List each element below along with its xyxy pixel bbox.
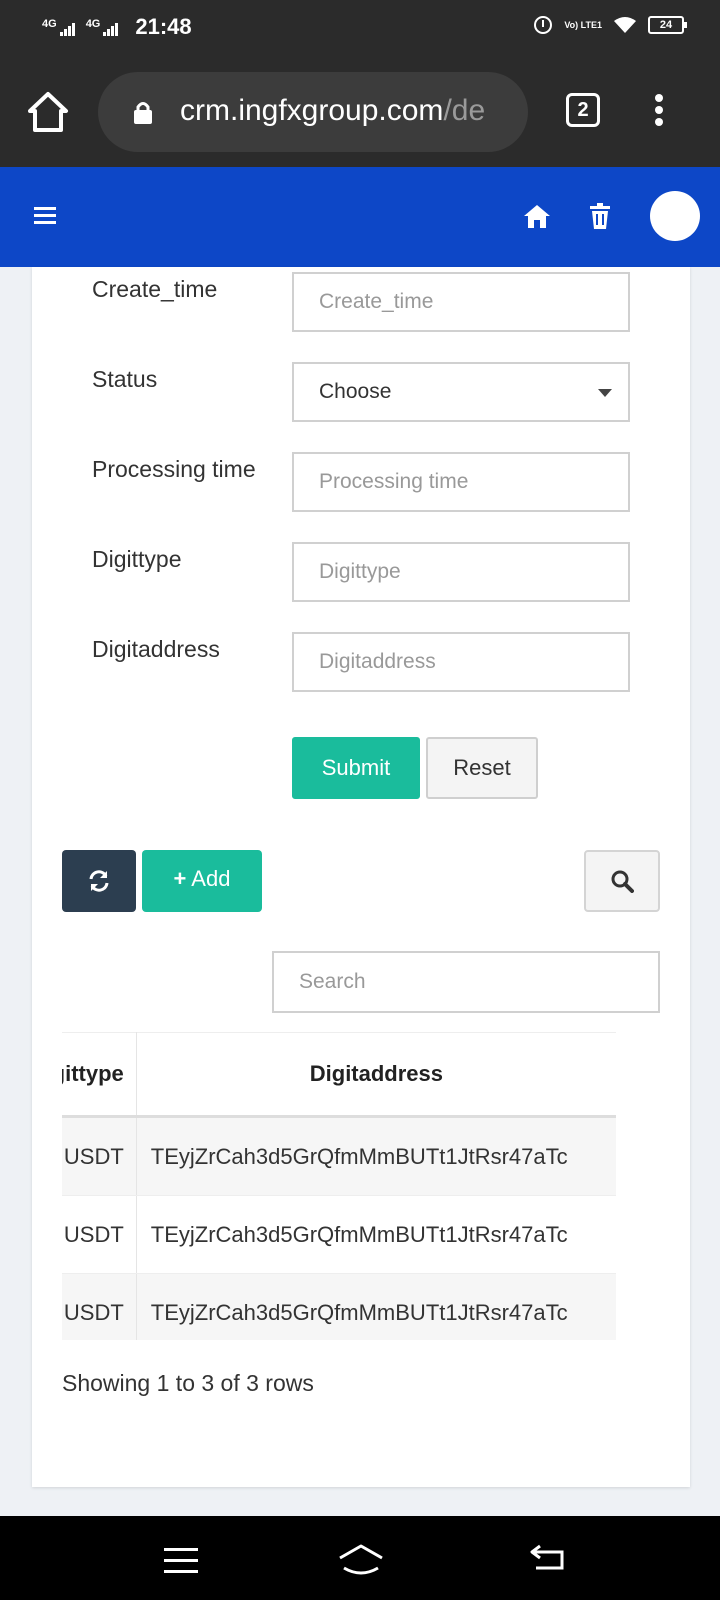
- add-button-label: Add: [191, 866, 231, 891]
- table-cell: TEyjZrCah3d5GrQfmMmBUTt1JtRsr47aTc: [136, 1273, 616, 1340]
- data-table-container[interactable]: Digittype Digitaddress USDT TEyjZrCah3d5…: [62, 1032, 660, 1340]
- battery-icon: 24: [648, 16, 687, 34]
- url-text: crm.ingfxgroup.com/de: [180, 94, 485, 128]
- status-select[interactable]: Choose: [292, 362, 630, 422]
- column-header-digitaddress[interactable]: Digitaddress: [136, 1032, 616, 1118]
- digitaddress-input[interactable]: Digitaddress: [292, 632, 630, 692]
- lock-icon: [134, 102, 152, 124]
- data-table: Digittype Digitaddress USDT TEyjZrCah3d5…: [62, 1032, 616, 1340]
- system-navigation-bar: [0, 1516, 720, 1600]
- signal-icon: [103, 18, 119, 36]
- address-bar[interactable]: crm.ingfxgroup.com/de: [98, 72, 528, 152]
- search-icon: [611, 870, 634, 893]
- refresh-button[interactable]: [62, 850, 136, 912]
- table-cell: TEyjZrCah3d5GrQfmMmBUTt1JtRsr47aTc: [136, 1116, 616, 1196]
- hamburger-menu-icon[interactable]: [34, 207, 56, 225]
- clock: 21:48: [135, 14, 192, 39]
- status-select-value: Choose: [319, 380, 392, 403]
- table-row: USDT TEyjZrCah3d5GrQfmMmBUTt1JtRsr47aTc: [62, 1116, 616, 1196]
- digitaddress-label: Digitaddress: [92, 636, 220, 662]
- more-menu-icon[interactable]: [655, 94, 665, 130]
- recents-menu-icon[interactable]: [164, 1548, 198, 1573]
- url-domain: crm.ingfxgroup.com: [180, 94, 444, 127]
- table-cell: TEyjZrCah3d5GrQfmMmBUTt1JtRsr47aTc: [136, 1195, 616, 1274]
- browser-home-icon[interactable]: [26, 90, 70, 134]
- column-header-digittype[interactable]: Digittype: [62, 1032, 137, 1118]
- add-button[interactable]: + Add: [142, 850, 262, 912]
- submit-button[interactable]: Submit: [292, 737, 420, 799]
- create-time-input[interactable]: Create_time: [292, 272, 630, 332]
- refresh-icon: [89, 870, 109, 892]
- search-input[interactable]: Search: [272, 951, 660, 1013]
- dropdown-caret-icon: [598, 389, 612, 397]
- status-bar: 4G 4G 21:48 Vo) LTE1 24: [0, 0, 720, 60]
- browser-toolbar: crm.ingfxgroup.com/de 2: [0, 60, 720, 167]
- system-home-icon[interactable]: [336, 1542, 386, 1576]
- reset-button[interactable]: Reset: [426, 737, 538, 799]
- tab-switcher-button[interactable]: 2: [566, 93, 600, 127]
- processing-time-input[interactable]: Processing time: [292, 452, 630, 512]
- processing-time-label: Processing time: [92, 456, 256, 482]
- table-cell: USDT: [62, 1273, 137, 1340]
- status-left: 4G 4G 21:48: [42, 14, 192, 40]
- table-row: USDT TEyjZrCah3d5GrQfmMmBUTt1JtRsr47aTc: [62, 1273, 616, 1340]
- content-card: Create_time Create_time Status Choose Pr…: [32, 267, 690, 1487]
- avatar[interactable]: [650, 191, 700, 241]
- volte-icon: Vo) LTE1: [564, 19, 602, 30]
- network-label-2: 4G: [85, 18, 101, 30]
- status-label: Status: [92, 366, 158, 392]
- digittype-label: Digittype: [92, 546, 182, 572]
- app-header: [0, 167, 720, 267]
- pagination-info: Showing 1 to 3 of 3 rows: [62, 1370, 314, 1396]
- table-cell: USDT: [62, 1116, 137, 1196]
- wifi-icon: [614, 17, 636, 33]
- alarm-icon: [534, 16, 553, 34]
- create-time-label: Create_time: [92, 276, 218, 302]
- trash-icon[interactable]: [590, 203, 610, 229]
- network-indicator-2: 4G: [86, 18, 120, 36]
- search-toggle-button[interactable]: [584, 850, 660, 912]
- home-icon[interactable]: [523, 203, 551, 229]
- url-path: /de: [443, 94, 486, 127]
- network-label-1: 4G: [42, 18, 57, 30]
- plus-icon: +: [173, 866, 187, 891]
- network-indicator-1: 4G: [42, 18, 76, 36]
- table-cell: USDT: [62, 1195, 137, 1274]
- signal-icon: [59, 18, 76, 36]
- status-right: Vo) LTE1 24: [534, 16, 687, 34]
- digittype-input[interactable]: Digittype: [292, 542, 630, 602]
- back-icon[interactable]: [530, 1542, 566, 1572]
- table-row: USDT TEyjZrCah3d5GrQfmMmBUTt1JtRsr47aTc: [62, 1195, 616, 1274]
- table-header-row: Digittype Digitaddress: [62, 1032, 616, 1118]
